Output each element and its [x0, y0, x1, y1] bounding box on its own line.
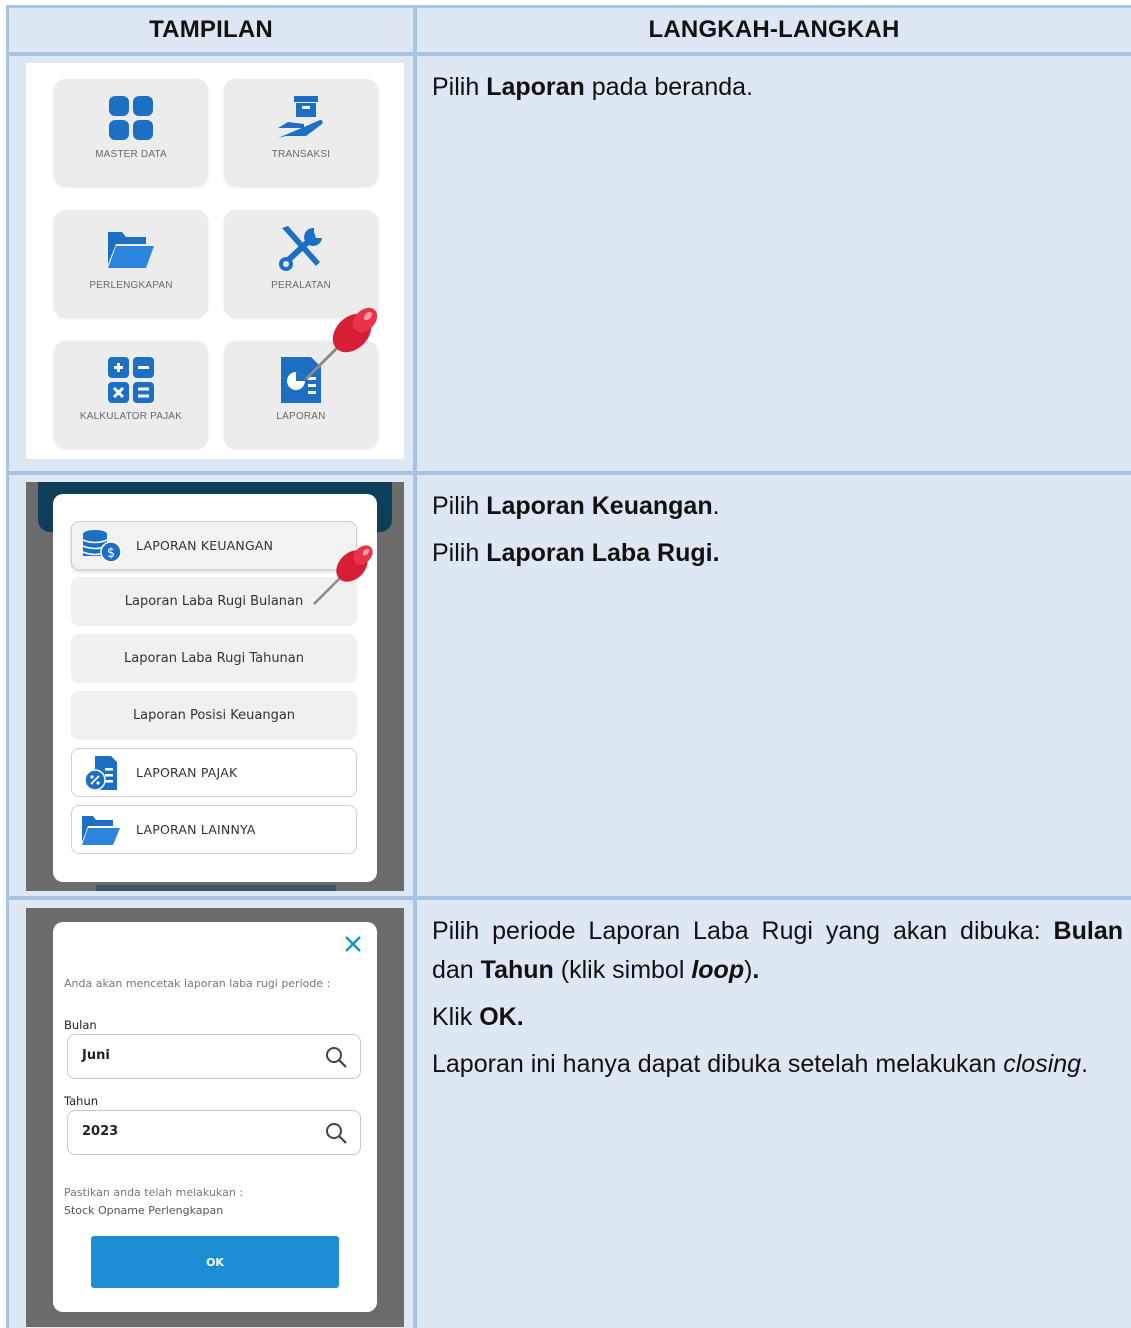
home-menu-screenshot: MASTER DATA TRANSAKSI PERLENGKAPAN PERAL… — [26, 63, 404, 459]
option-laporan-pajak[interactable]: LAPORAN PAJAK — [71, 748, 357, 797]
tile-transaksi[interactable]: TRANSAKSI — [224, 79, 378, 186]
tahun-label: Tahun — [64, 1094, 99, 1108]
step-bold: OK. — [479, 1003, 524, 1031]
option-laba-rugi-tahunan[interactable]: Laporan Laba Rugi Tahunan — [71, 634, 357, 683]
tahun-value: 2023 — [82, 1124, 119, 1139]
search-icon[interactable] — [324, 1121, 348, 1145]
bulan-field[interactable]: Juni — [67, 1034, 361, 1079]
tile-label: MASTER DATA — [95, 149, 167, 160]
step-text: Pilih periode Laporan Laba Rugi yang aka… — [432, 917, 1054, 945]
tile-perlengkapan[interactable]: PERLENGKAPAN — [54, 210, 208, 317]
tile-label: LAPORAN — [276, 411, 326, 422]
step-bold-italic: loop — [691, 956, 745, 984]
grid-icon — [108, 93, 154, 143]
bulan-value: Juni — [82, 1048, 110, 1063]
option-label: Laporan Laba Rugi Tahunan — [123, 651, 305, 666]
step-text: Laporan ini hanya dapat dibuka setelah m… — [432, 1050, 1004, 1078]
row1-screenshot-cell: MASTER DATA TRANSAKSI PERLENGKAPAN PERAL… — [9, 56, 413, 471]
step-bold: . — [752, 956, 760, 984]
background-footer — [96, 885, 336, 891]
pushpin-icon — [304, 307, 378, 381]
tax-document-icon — [76, 753, 126, 793]
row3-steps-cell: Pilih periode Laporan Laba Rugi yang aka… — [417, 900, 1131, 1328]
header-tampilan: TAMPILAN — [9, 8, 413, 52]
steps-table: TAMPILAN LANGKAH-LANGKAH MASTER DATA TRA… — [6, 5, 1131, 1328]
folder-icon — [76, 810, 126, 850]
dialog-message: Anda akan mencetak laporan laba rugi per… — [64, 977, 331, 990]
row3-step-3: Laporan ini hanya dapat dibuka setelah m… — [432, 1045, 1123, 1084]
tile-label: TRANSAKSI — [271, 149, 331, 160]
row1-steps-cell: Pilih Laporan pada beranda. — [417, 56, 1131, 471]
option-label: Laporan Posisi Keuangan — [132, 708, 296, 723]
tile-label: PERALATAN — [271, 280, 331, 291]
tahun-field[interactable]: 2023 — [67, 1110, 361, 1155]
step-bold: Laporan — [486, 73, 585, 101]
step-text: Klik — [432, 1003, 480, 1031]
close-icon[interactable] — [341, 932, 365, 956]
step-text: (klik simbol — [553, 956, 692, 984]
row2-step-2: Pilih Laporan Laba Rugi. — [432, 534, 1123, 573]
step-text: Pilih — [432, 539, 487, 567]
step-italic: closing — [1003, 1050, 1082, 1078]
periode-dialog-screenshot: Anda akan mencetak laporan laba rugi per… — [26, 908, 404, 1327]
row3-step-2: Klik OK. — [432, 998, 1123, 1037]
calculator-icon — [107, 355, 155, 405]
option-posisi-keuangan[interactable]: Laporan Posisi Keuangan — [71, 691, 357, 740]
hand-box-icon — [276, 93, 326, 143]
option-label: LAPORAN KEUANGAN — [136, 538, 274, 553]
step-text: . — [1081, 1050, 1089, 1078]
step-text: pada beranda. — [584, 73, 754, 101]
step-text: . — [712, 492, 720, 520]
tile-label: PERLENGKAPAN — [89, 280, 173, 291]
header-langkah: LANGKAH-LANGKAH — [417, 8, 1131, 52]
svg-text:$: $ — [107, 546, 115, 561]
step-text: Pilih — [432, 492, 487, 520]
step-bold: Laporan Laba Rugi. — [486, 539, 720, 567]
row3-screenshot-cell: Anda akan mencetak laporan laba rugi per… — [9, 900, 413, 1328]
ok-label: OK — [206, 1255, 224, 1269]
row1-step: Pilih Laporan pada beranda. — [432, 68, 1123, 107]
step-bold: Tahun — [480, 956, 554, 984]
header-col1-text: TAMPILAN — [149, 16, 273, 43]
note-line: Stock Opname Perlengkapan — [64, 1204, 224, 1217]
dialog-note: Pastikan anda telah melakukan : Stock Op… — [64, 1184, 243, 1220]
pushpin-icon — [313, 545, 373, 605]
search-icon[interactable] — [324, 1045, 348, 1069]
tools-icon — [276, 224, 326, 274]
coins-icon: $ — [76, 526, 126, 566]
note-line: Pastikan anda telah melakukan : — [64, 1186, 244, 1199]
option-laporan-lainnya[interactable]: LAPORAN LAINNYA — [71, 805, 357, 854]
row2-screenshot-cell: $ LAPORAN KEUANGAN Laporan Laba Rugi Bul… — [9, 475, 413, 896]
row2-step-1: Pilih Laporan Keuangan. — [432, 487, 1123, 526]
option-label: LAPORAN LAINNYA — [136, 822, 256, 837]
step-bold: Bulan — [1053, 917, 1123, 945]
option-label: LAPORAN PAJAK — [136, 765, 238, 780]
tile-kalkulator-pajak[interactable]: KALKULATOR PAJAK — [54, 341, 208, 448]
tile-label: KALKULATOR PAJAK — [79, 411, 183, 422]
option-label: Laporan Laba Rugi Bulanan — [124, 594, 304, 609]
step-text: dan — [432, 956, 481, 984]
folder-icon — [106, 224, 156, 274]
laporan-dialog-screenshot: $ LAPORAN KEUANGAN Laporan Laba Rugi Bul… — [26, 482, 404, 891]
ok-button[interactable]: OK — [91, 1236, 339, 1288]
tile-master-data[interactable]: MASTER DATA — [54, 79, 208, 186]
step-bold: Laporan Keuangan — [486, 492, 713, 520]
bulan-label: Bulan — [64, 1018, 97, 1032]
row2-steps-cell: Pilih Laporan Keuangan. Pilih Laporan La… — [417, 475, 1131, 896]
step-text: Pilih — [432, 73, 487, 101]
header-col2-text: LANGKAH-LANGKAH — [648, 16, 900, 43]
periode-dialog: Anda akan mencetak laporan laba rugi per… — [53, 922, 377, 1312]
row3-step-1: Pilih periode Laporan Laba Rugi yang aka… — [432, 912, 1123, 990]
